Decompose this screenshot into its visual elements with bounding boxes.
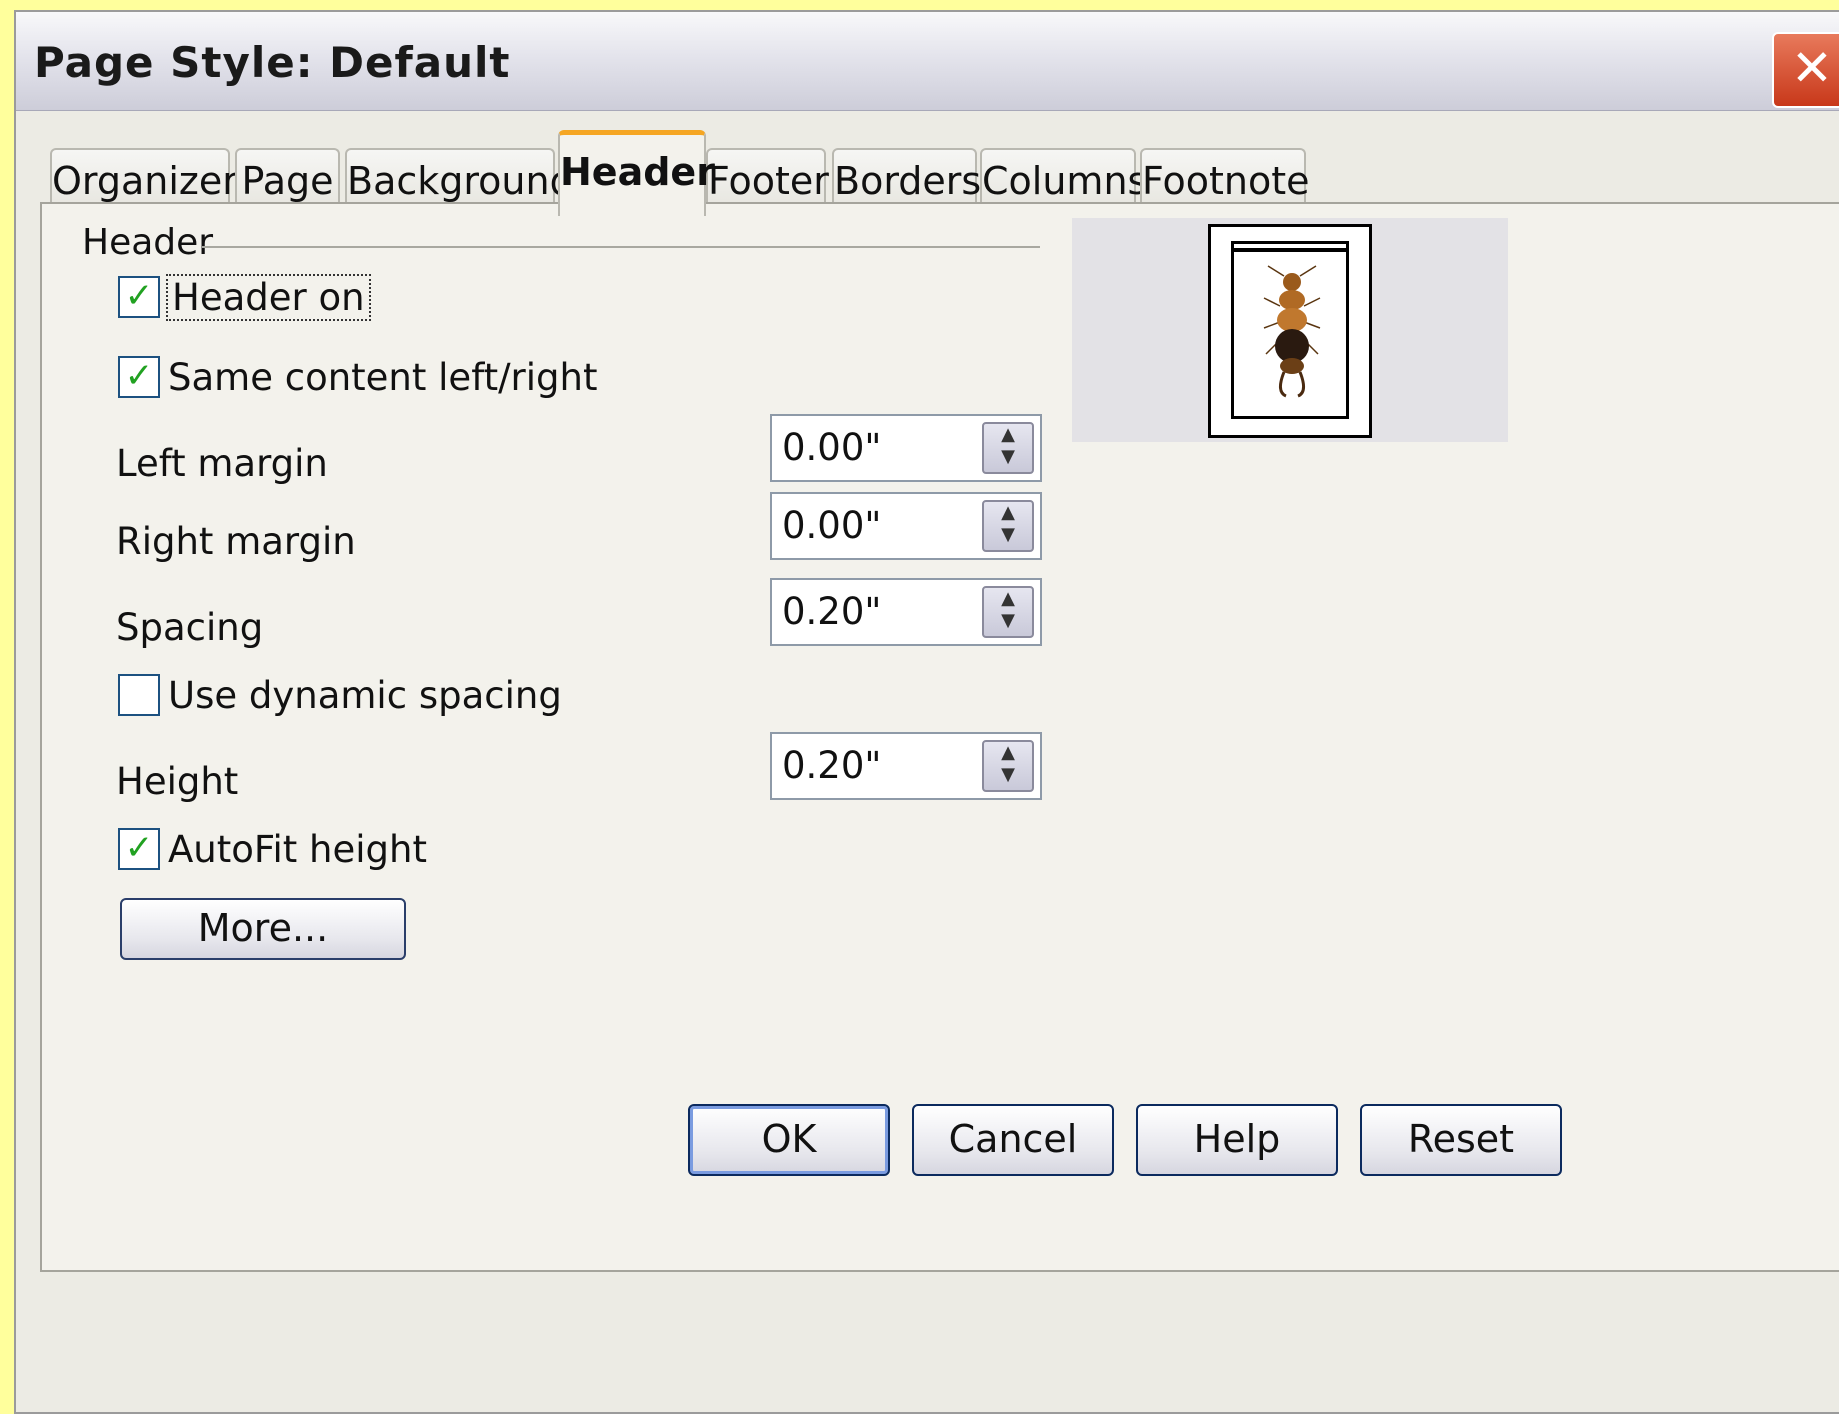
more-button[interactable]: More... xyxy=(120,898,406,960)
header-on-checkbox[interactable]: ✓ xyxy=(118,276,160,318)
height-label: Height xyxy=(116,760,239,803)
left-margin-label: Left margin xyxy=(116,442,328,485)
autofit-height-checkbox[interactable]: ✓ xyxy=(118,828,160,870)
preview-content-area xyxy=(1231,241,1349,419)
right-margin-spinbox[interactable]: 0.00" ▲ ▼ xyxy=(770,492,1042,560)
updown-spin-icon[interactable]: ▲ ▼ xyxy=(982,740,1034,792)
title-bar[interactable]: Page Style: Default ✕ xyxy=(16,12,1839,111)
left-margin-spinbox[interactable]: 0.00" ▲ ▼ xyxy=(770,414,1042,482)
close-icon[interactable]: ✕ xyxy=(1772,32,1839,108)
left-margin-value[interactable]: 0.00" xyxy=(782,426,881,469)
updown-spin-icon[interactable]: ▲ ▼ xyxy=(982,422,1034,474)
header-group-label: Header xyxy=(82,222,214,263)
page-preview xyxy=(1072,218,1508,442)
help-button[interactable]: Help xyxy=(1136,1104,1338,1176)
preview-page xyxy=(1208,224,1372,438)
updown-spin-icon[interactable]: ▲ ▼ xyxy=(982,500,1034,552)
same-content-label[interactable]: Same content left/right xyxy=(168,356,597,399)
dialog-title: Page Style: Default xyxy=(34,38,511,87)
preview-header-line xyxy=(1234,248,1346,252)
spacing-value[interactable]: 0.20" xyxy=(782,590,881,633)
page-style-dialog: Page Style: Default ✕ Organizer Page Bac… xyxy=(14,10,1839,1414)
updown-spin-icon[interactable]: ▲ ▼ xyxy=(982,586,1034,638)
spacing-label: Spacing xyxy=(116,606,264,649)
right-margin-label: Right margin xyxy=(116,520,356,563)
cancel-button[interactable]: Cancel xyxy=(912,1104,1114,1176)
height-value[interactable]: 0.20" xyxy=(782,744,881,787)
ok-button[interactable]: OK xyxy=(688,1104,890,1176)
group-divider xyxy=(202,246,1040,248)
dynamic-spacing-checkbox[interactable] xyxy=(118,674,160,716)
header-on-label[interactable]: Header on xyxy=(166,274,371,321)
height-spinbox[interactable]: 0.20" ▲ ▼ xyxy=(770,732,1042,800)
insect-image xyxy=(1263,265,1321,398)
header-on-text: Header on xyxy=(166,274,371,321)
dynamic-spacing-label[interactable]: Use dynamic spacing xyxy=(168,674,562,717)
right-margin-value[interactable]: 0.00" xyxy=(782,504,881,547)
autofit-height-label[interactable]: AutoFit height xyxy=(168,828,427,871)
tab-header[interactable]: Header xyxy=(558,130,715,216)
reset-button[interactable]: Reset xyxy=(1360,1104,1562,1176)
same-content-checkbox[interactable]: ✓ xyxy=(118,356,160,398)
spacing-spinbox[interactable]: 0.20" ▲ ▼ xyxy=(770,578,1042,646)
